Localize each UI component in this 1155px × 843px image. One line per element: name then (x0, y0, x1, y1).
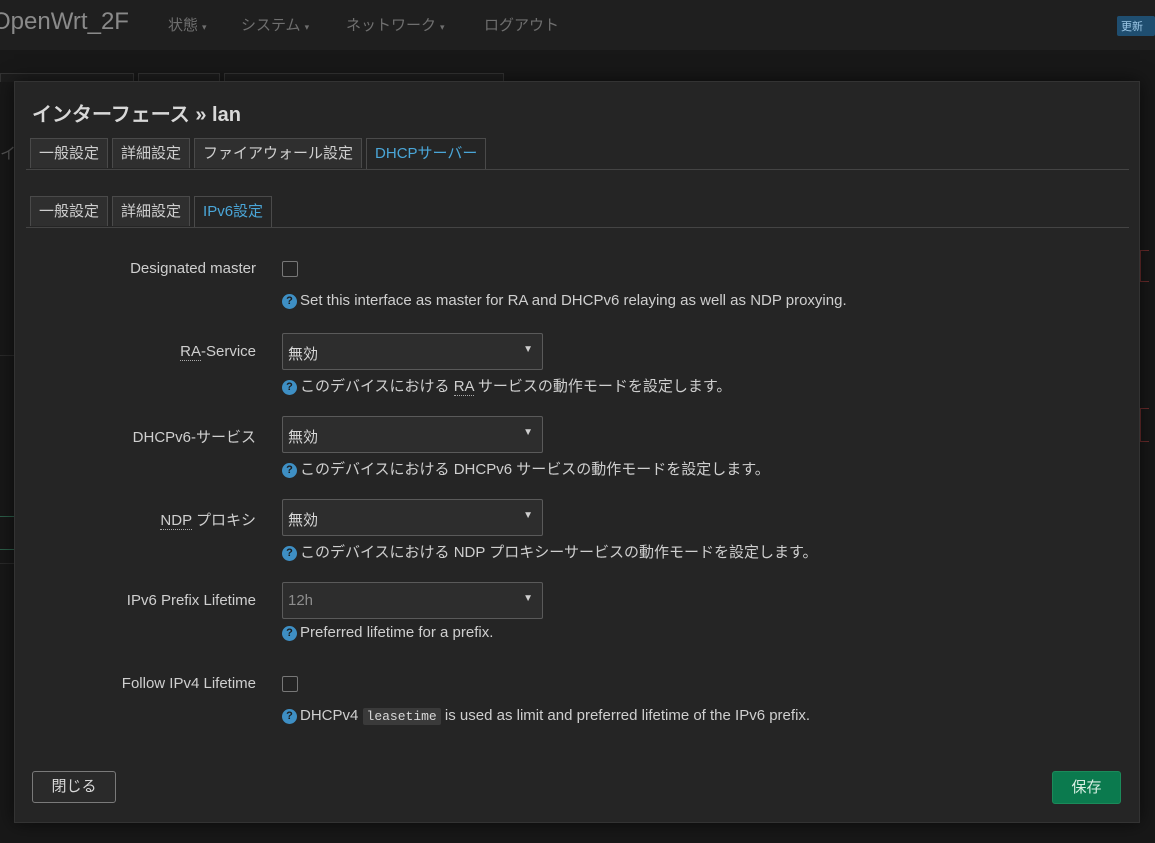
subtab-advanced[interactable]: 詳細設定 (112, 196, 191, 226)
brand-logo[interactable]: OpenWrt_2F (0, 8, 129, 36)
tab-general[interactable]: 一般設定 (30, 138, 109, 168)
help-icon: ? (282, 463, 297, 478)
dhcpv6-service-label: DHCPv6-サービス (132, 429, 256, 446)
ra-service-label: RA-Service (180, 343, 256, 361)
chevron-down-icon: ▼ (523, 427, 533, 438)
chevron-down-icon: ▾ (202, 22, 207, 32)
ndp-proxy-label: NDP プロキシ (160, 512, 256, 530)
help-icon: ? (282, 546, 297, 561)
help-icon: ? (282, 294, 297, 309)
ipv6-prefix-lifetime-help: ? Preferred lifetime for a prefix. (282, 624, 493, 641)
chevron-down-icon: ▼ (523, 593, 533, 604)
top-navbar: OpenWrt_2F 状態 ▾ システム ▾ ネットワーク ▾ ログアウト 更新 (0, 0, 1155, 50)
subtab-general[interactable]: 一般設定 (30, 196, 109, 226)
background-button (1140, 250, 1149, 282)
help-icon: ? (282, 626, 297, 641)
subtab-ipv6[interactable]: IPv6設定 (194, 196, 273, 227)
background-divider (0, 355, 14, 356)
ndp-proxy-help: ? このデバイスにおける NDP プロキシーサービスの動作モードを設定します。 (282, 541, 818, 562)
designated-master-help: ? Set this interface as master for RA and… (282, 292, 847, 309)
interface-edit-modal: インターフェース » lan 一般設定 詳細設定 ファイアウォール設定 DHCP… (14, 81, 1140, 823)
background-button (0, 516, 15, 550)
nav-system[interactable]: システム ▾ (241, 14, 309, 35)
modal-title: インターフェース » lan (32, 104, 241, 126)
ra-service-help: ? このデバイスにおける RA サービスの動作モードを設定します。 (282, 375, 731, 396)
nav-network[interactable]: ネットワーク ▾ (346, 14, 445, 35)
follow-ipv4-lifetime-help: ? DHCPv4 leasetime is used as limit and p… (282, 707, 810, 725)
save-button[interactable]: 保存 (1052, 771, 1121, 804)
sub-tabs: 一般設定 詳細設定 IPv6設定 (26, 196, 1129, 228)
tab-advanced[interactable]: 詳細設定 (112, 138, 191, 168)
ndp-proxy-select[interactable]: 無効 ▼ (282, 499, 543, 536)
chevron-down-icon: ▼ (523, 510, 533, 521)
chevron-down-icon: ▼ (523, 344, 533, 355)
ipv6-prefix-lifetime-label: IPv6 Prefix Lifetime (126, 592, 256, 609)
update-badge[interactable]: 更新 (1117, 16, 1155, 36)
chevron-down-icon: ▾ (304, 22, 310, 32)
help-icon: ? (282, 709, 297, 724)
dhcpv6-service-select[interactable]: 無効 ▼ (282, 416, 543, 453)
main-tabs: 一般設定 詳細設定 ファイアウォール設定 DHCPサーバー (26, 138, 1129, 170)
follow-ipv4-lifetime-label: Follow IPv4 Lifetime (121, 675, 256, 692)
background-divider (0, 563, 14, 564)
designated-master-checkbox[interactable] (282, 261, 298, 277)
dhcpv6-service-help: ? このデバイスにおける DHCPv6 サービスの動作モードを設定します。 (282, 458, 770, 479)
help-icon: ? (282, 380, 297, 395)
close-button[interactable]: 閉じる (32, 771, 116, 803)
ipv6-prefix-lifetime-select[interactable]: 12h ▼ (282, 582, 543, 619)
ra-service-select[interactable]: 無効 ▼ (282, 333, 543, 370)
nav-logout[interactable]: ログアウト (484, 14, 559, 35)
tab-firewall[interactable]: ファイアウォール設定 (194, 138, 363, 168)
designated-master-label: Designated master (130, 260, 256, 277)
background-button (1140, 408, 1149, 442)
chevron-down-icon: ▾ (440, 22, 445, 32)
follow-ipv4-lifetime-checkbox[interactable] (282, 676, 298, 692)
tab-dhcp-server[interactable]: DHCPサーバー (366, 138, 487, 169)
nav-status[interactable]: 状態 ▾ (168, 14, 207, 35)
